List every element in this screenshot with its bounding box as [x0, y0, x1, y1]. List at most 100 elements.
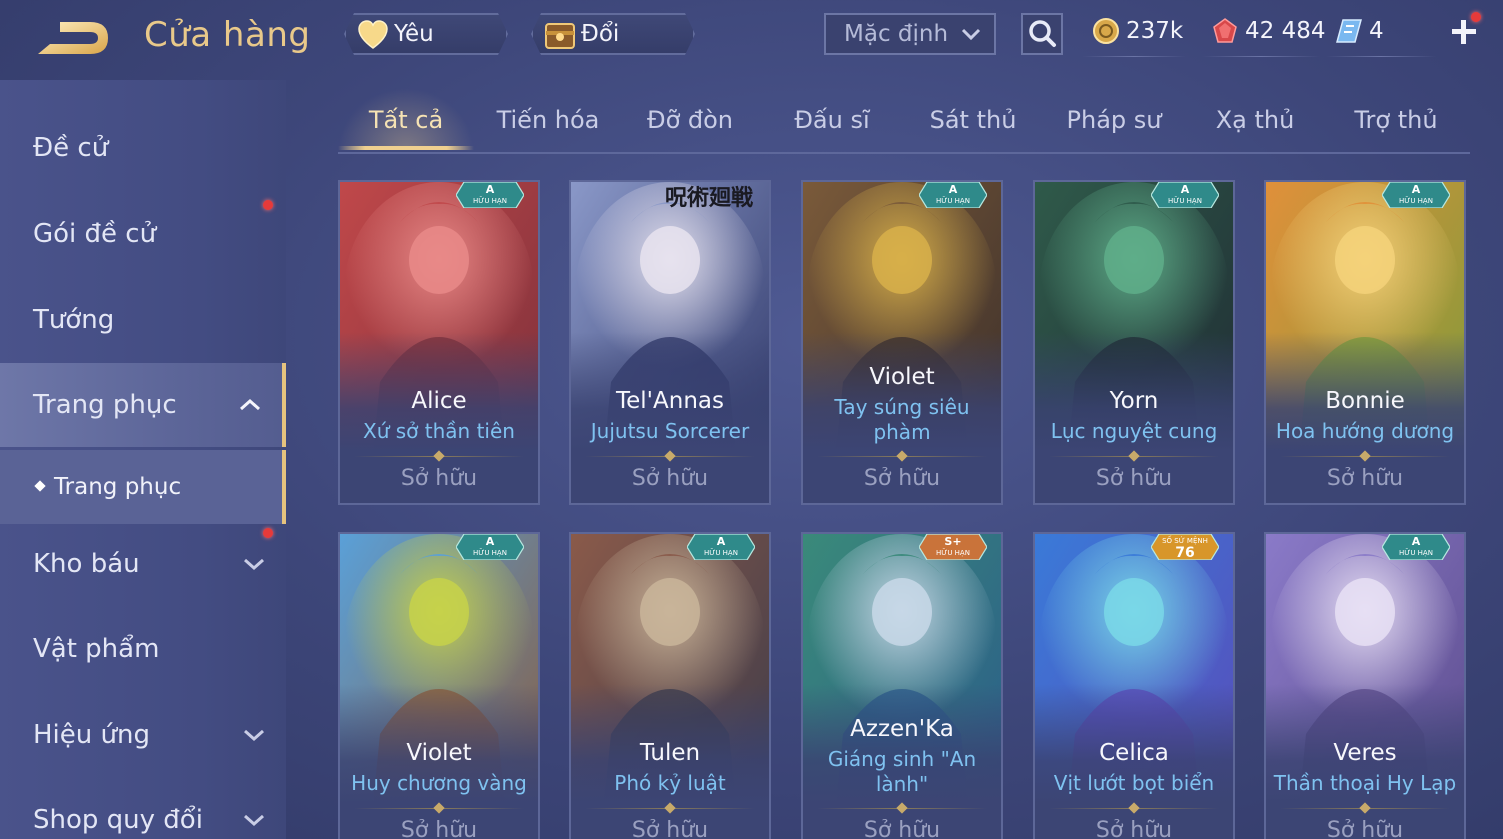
notification-dot — [263, 200, 273, 210]
sidebar-subitem-label: Trang phục — [54, 474, 182, 500]
tab-label: Pháp sư — [1066, 106, 1162, 134]
sidebar: Đề cử Gói đề cử Tướng Trang phục Trang p… — [0, 80, 286, 839]
badge-grade: A — [949, 183, 958, 196]
owned-status: Sở hữu — [1326, 818, 1404, 839]
sidebar-item-label: Tướng — [33, 305, 115, 335]
badge-grade: S+ — [944, 535, 961, 548]
back-arrow-icon[interactable] — [30, 18, 112, 62]
sidebar-item-bundles[interactable]: Gói đề cử — [0, 192, 286, 276]
skin-card[interactable]: A HỮU HẠN Violet Huy chương vàng Sở hữu — [338, 532, 540, 839]
owned-status: Sở hữu — [1095, 818, 1173, 839]
chevron-down-icon — [244, 729, 264, 742]
hero-name: Celica — [1099, 740, 1169, 766]
limited-badge-icon: AHỮU HẠN — [456, 182, 524, 208]
badge-label: HỮU HẠN — [1168, 196, 1202, 205]
favorites-label: Yêu thích — [394, 21, 452, 85]
owned-status: Sở hữu — [1326, 466, 1404, 491]
owned-status: Sở hữu — [400, 818, 478, 839]
hero-name: Yorn — [1109, 388, 1159, 414]
skin-name: Hoa hướng dương — [1275, 419, 1455, 443]
currency-underline — [1082, 56, 1186, 57]
currency-underline — [1202, 56, 1320, 57]
skin-card[interactable]: A HỮU HẠN Yorn Lục nguyệt cung Sở hữu — [1033, 180, 1235, 505]
limited-badge-icon: AHỮU HẠN — [1382, 534, 1450, 560]
sidebar-item-label: Trang phục — [33, 390, 177, 420]
hero-name: Bonnie — [1325, 388, 1405, 414]
bullet-diamond-icon — [34, 479, 46, 492]
hero-name: Veres — [1333, 740, 1397, 766]
limited-badge-icon: 76SỐ SỨ MỆNH — [1151, 534, 1219, 560]
skin-card[interactable]: 76 SỐ SỨ MỆNH Celica Vịt lướt bọt biển Sở hữ… — [1033, 532, 1235, 839]
shard-exchange-label: Đổi mảnh — [581, 21, 647, 85]
sidebar-item-exchange-shop[interactable]: Shop quy đổi — [0, 778, 286, 839]
badge-label: HỮU HẠN — [936, 548, 970, 557]
ruby-gem-icon — [1213, 18, 1237, 43]
tab-label: Đấu sĩ — [794, 106, 870, 134]
search-icon — [1029, 20, 1056, 47]
chevron-down-icon — [244, 814, 264, 827]
tab-support[interactable]: Trợ thủ — [1328, 106, 1464, 152]
tab-marksman[interactable]: Xạ thủ — [1187, 106, 1323, 152]
tab-evolution[interactable]: Tiến hóa — [480, 106, 616, 152]
skin-card[interactable]: S+ HỮU HẠN Azzen'Ka Giáng sinh "An lành" Sở … — [801, 532, 1003, 839]
favorites-button[interactable]: Yêu thích — [344, 13, 508, 55]
chevron-down-icon — [961, 28, 981, 41]
skin-card[interactable]: A HỮU HẠN Veres Thần thoại Hy Lạp Sở hữu — [1264, 532, 1466, 839]
sidebar-item-items[interactable]: Vật phẩm — [0, 607, 286, 691]
skin-card[interactable]: A HỮU HẠN Alice Xứ sở thần tiên Sở hữu — [338, 180, 540, 505]
sort-value: Mặc định — [844, 21, 949, 47]
tab-label: Tất cả — [368, 106, 444, 134]
gold-amount: 237k — [1126, 18, 1184, 44]
skin-name: Jujutsu Sorcerer — [590, 419, 750, 443]
badge-label: HỮU HẠN — [936, 196, 970, 205]
limited-badge-icon: AHỮU HẠN — [1382, 182, 1450, 208]
tab-mage[interactable]: Pháp sư — [1046, 106, 1182, 152]
owned-status: Sở hữu — [631, 818, 709, 839]
badge-grade: 76 — [1175, 545, 1194, 560]
sidebar-item-treasure[interactable]: Kho báu — [0, 522, 286, 606]
skin-name: Thần thoại Hy Lạp — [1273, 771, 1457, 795]
sidebar-item-featured[interactable]: Đề cử — [0, 106, 286, 190]
hero-name: Azzen'Ka — [850, 716, 954, 742]
limited-badge-icon: S+HỮU HẠN — [919, 534, 987, 560]
tab-label: Sát thủ — [929, 106, 1017, 134]
active-tab-underline — [338, 146, 474, 150]
badge-grade: A — [486, 535, 495, 548]
skin-name: Phó kỷ luật — [614, 771, 726, 795]
hero-name: Violet — [869, 364, 935, 390]
skin-card[interactable]: A HỮU HẠN Violet Tay súng siêu phàm Sở hữu — [801, 180, 1003, 505]
badge-label: HỮU HẠN — [473, 548, 507, 557]
tab-label: Đỡ đòn — [646, 106, 734, 134]
hero-name: Violet — [406, 740, 472, 766]
heart-icon — [356, 18, 390, 52]
owned-status: Sở hữu — [863, 466, 941, 491]
skin-name: Huy chương vàng — [351, 771, 527, 795]
tab-assassin[interactable]: Sát thủ — [905, 106, 1041, 152]
tab-label: Trợ thủ — [1354, 106, 1438, 134]
skin-card[interactable]: A HỮU HẠN Tulen Phó kỷ luật Sở hữu — [569, 532, 771, 839]
sidebar-item-heroes[interactable]: Tướng — [0, 278, 286, 362]
skin-card[interactable]: 呪術廻戦 Tel'Annas Jujutsu Sorcerer Sở hữu — [569, 180, 771, 505]
skin-card[interactable]: A HỮU HẠN Bonnie Hoa hướng dương Sở hữu — [1264, 180, 1466, 505]
shard-chest-icon — [543, 18, 577, 52]
limited-badge-icon: AHỮU HẠN — [919, 182, 987, 208]
shard-exchange-button[interactable]: Đổi mảnh — [531, 13, 695, 55]
page-title: Cửa hàng — [144, 15, 311, 55]
sort-dropdown[interactable]: Mặc định — [824, 13, 996, 55]
sidebar-subitem-skins[interactable]: Trang phục — [0, 450, 286, 524]
sidebar-item-label: Vật phẩm — [33, 634, 160, 664]
voucher-icon — [1336, 19, 1362, 43]
sidebar-item-skins[interactable]: Trang phục — [0, 363, 286, 447]
badge-label: HỮU HẠN — [1399, 196, 1433, 205]
tab-tank[interactable]: Đỡ đòn — [622, 106, 758, 152]
badge-label: HỮU HẠN — [704, 548, 738, 557]
badge-label: HỮU HẠN — [1399, 548, 1433, 557]
owned-status: Sở hữu — [631, 466, 709, 491]
search-button[interactable] — [1021, 13, 1063, 55]
sidebar-item-effects[interactable]: Hiệu ứng — [0, 693, 286, 777]
gold-coin-icon — [1093, 18, 1119, 44]
badge-label: HỮU HẠN — [473, 196, 507, 205]
ruby-balance: 42 484 — [1211, 14, 1325, 48]
sidebar-item-label: Đề cử — [33, 133, 109, 163]
tab-fighter[interactable]: Đấu sĩ — [764, 106, 900, 152]
